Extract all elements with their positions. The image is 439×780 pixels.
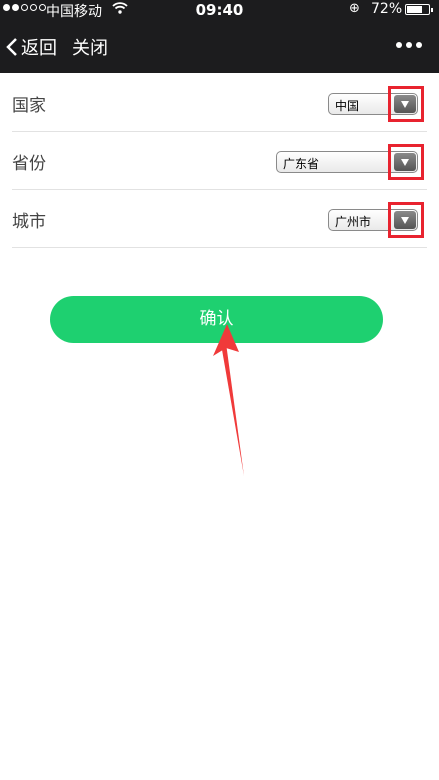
back-label: 返回: [21, 38, 57, 59]
rotation-lock-icon: ⊕: [349, 1, 360, 16]
highlight-box-country: [388, 86, 424, 122]
city-label: 城市: [12, 212, 46, 232]
chevron-left-icon: [6, 38, 17, 56]
highlight-box-province: [388, 144, 424, 180]
more-dots-icon[interactable]: [396, 42, 422, 48]
battery-icon: [405, 4, 430, 15]
city-select-value: 广州市: [335, 215, 372, 229]
province-label: 省份: [12, 154, 46, 174]
battery-percentage: 72%: [371, 1, 403, 17]
country-select-value: 中国: [335, 99, 360, 113]
confirm-button[interactable]: 确认: [50, 296, 383, 343]
navigation-bar: 返回 关闭: [0, 20, 439, 73]
back-button[interactable]: 返回: [6, 34, 57, 60]
highlight-box-city: [388, 202, 424, 238]
country-label: 国家: [12, 96, 46, 116]
province-select-value: 广东省: [283, 157, 320, 171]
top-bar: 中国移动 09:40 ⊕ 72% 返回 关闭: [0, 0, 439, 73]
close-button[interactable]: 关闭: [72, 34, 108, 60]
status-bar: 中国移动 09:40 ⊕ 72%: [0, 0, 439, 20]
